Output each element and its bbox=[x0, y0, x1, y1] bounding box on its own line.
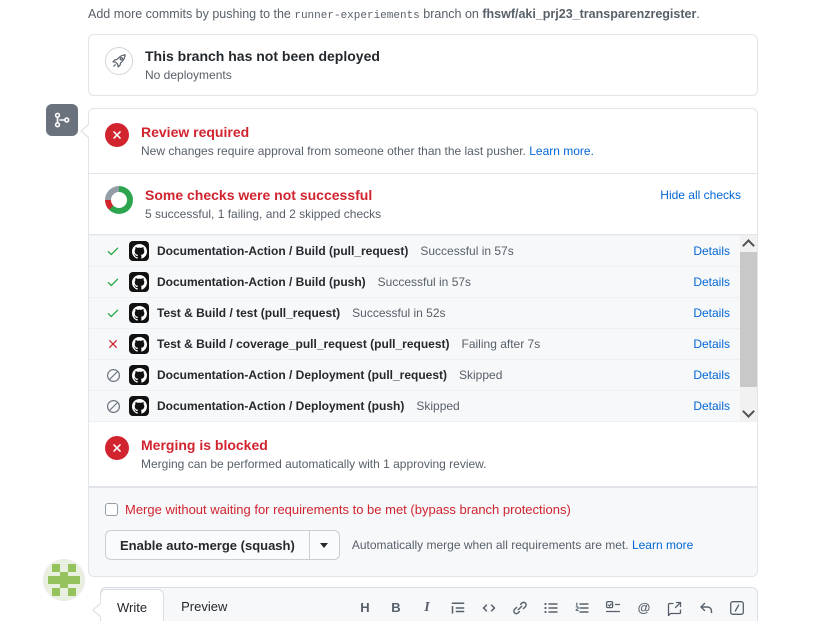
rocket-icon bbox=[105, 47, 133, 75]
unordered-list-icon[interactable] bbox=[543, 600, 559, 616]
comment-toolbar-header: Write Preview H B I bbox=[101, 588, 757, 621]
deployment-title: This branch has not been deployed bbox=[145, 47, 380, 65]
review-required-section: Review required New changes require appr… bbox=[89, 109, 757, 174]
merging-blocked-section: Merging is blocked Merging can be perfor… bbox=[89, 422, 757, 487]
check-details-link[interactable]: Details bbox=[693, 306, 730, 320]
bypass-protections-row[interactable]: Merge without waiting for requirements t… bbox=[105, 502, 741, 517]
check-name: Documentation-Action / Deployment (pull_… bbox=[157, 368, 447, 382]
check-row: Test & Build / coverage_pull_request (pu… bbox=[89, 329, 740, 360]
check-details-link[interactable]: Details bbox=[693, 368, 730, 382]
checks-summary-subtitle: 5 successful, 1 failing, and 2 skipped c… bbox=[145, 207, 381, 222]
branch-name: runner-experiements bbox=[294, 10, 419, 22]
check-status-text: Successful in 57s bbox=[420, 244, 513, 258]
hint-middle: branch on bbox=[423, 7, 479, 21]
check-skipped-icon bbox=[106, 368, 121, 383]
hint-suffix: . bbox=[696, 7, 699, 21]
tab-preview[interactable]: Preview bbox=[164, 588, 244, 621]
auto-merge-learn-more-link[interactable]: Learn more bbox=[632, 538, 693, 552]
check-row: Documentation-Action / Build (push) Succ… bbox=[89, 267, 740, 298]
check-status-text: Skipped bbox=[416, 399, 459, 413]
hint-prefix: Add more commits by pushing to the bbox=[88, 7, 291, 21]
hide-all-checks-link[interactable]: Hide all checks bbox=[660, 188, 741, 202]
deployment-card: This branch has not been deployed No dep… bbox=[88, 34, 758, 96]
github-actions-avatar bbox=[129, 303, 149, 323]
check-skipped-icon bbox=[106, 399, 121, 414]
mention-icon[interactable]: @ bbox=[636, 600, 652, 616]
checks-list: Documentation-Action / Build (pull_reque… bbox=[89, 235, 757, 422]
merge-controls-section: Merge without waiting for requirements t… bbox=[89, 487, 757, 576]
chevron-down-icon bbox=[320, 543, 328, 548]
user-avatar[interactable] bbox=[44, 560, 84, 600]
check-name: Documentation-Action / Build (push) bbox=[157, 275, 366, 289]
check-success-icon bbox=[106, 275, 120, 289]
auto-merge-note-text: Automatically merge when all requirement… bbox=[352, 538, 629, 552]
check-success-icon bbox=[106, 244, 120, 258]
check-status-text: Successful in 52s bbox=[352, 306, 445, 320]
check-details-link[interactable]: Details bbox=[693, 399, 730, 413]
add-commits-hint: Add more commits by pushing to the runne… bbox=[88, 6, 760, 24]
bold-icon[interactable]: B bbox=[388, 600, 404, 616]
markdown-toolbar: H B I bbox=[349, 600, 757, 621]
tasklist-icon[interactable] bbox=[605, 600, 621, 616]
code-icon[interactable] bbox=[481, 600, 497, 616]
git-branch-icon bbox=[46, 104, 78, 136]
link-icon[interactable] bbox=[512, 600, 528, 616]
check-row: Test & Build / test (pull_request) Succe… bbox=[89, 298, 740, 329]
italic-icon[interactable]: I bbox=[419, 600, 435, 616]
comment-box: Write Preview H B I bbox=[100, 587, 758, 621]
slash-command-icon[interactable] bbox=[729, 600, 745, 616]
merging-blocked-title: Merging is blocked bbox=[141, 436, 487, 454]
check-details-link[interactable]: Details bbox=[693, 244, 730, 258]
review-required-description: New changes require approval from someon… bbox=[141, 144, 594, 159]
cross-reference-icon[interactable] bbox=[667, 600, 683, 616]
repo-name: fhswf/aki_prj23_transparenzregister bbox=[482, 7, 696, 21]
auto-merge-dropdown-button[interactable] bbox=[310, 530, 340, 560]
check-success-icon bbox=[106, 306, 120, 320]
check-name: Test & Build / test (pull_request) bbox=[157, 306, 340, 320]
auto-merge-note: Automatically merge when all requirement… bbox=[352, 538, 694, 552]
check-name: Documentation-Action / Deployment (push) bbox=[157, 399, 404, 413]
review-learn-more-link[interactable]: Learn more. bbox=[529, 144, 594, 158]
merge-status-card: Review required New changes require appr… bbox=[88, 108, 758, 577]
scrollbar-down-arrow-icon[interactable] bbox=[740, 405, 757, 422]
check-details-link[interactable]: Details bbox=[693, 337, 730, 351]
check-failure-icon bbox=[106, 337, 120, 351]
checks-summary-section: Some checks were not successful 5 succes… bbox=[89, 174, 757, 235]
check-details-link[interactable]: Details bbox=[693, 275, 730, 289]
merging-blocked-description: Merging can be performed automatically w… bbox=[141, 457, 487, 472]
quote-icon[interactable] bbox=[450, 600, 466, 616]
reply-icon[interactable] bbox=[698, 600, 714, 616]
pull-request-merge-panel: Add more commits by pushing to the runne… bbox=[0, 0, 824, 621]
github-actions-avatar bbox=[129, 272, 149, 292]
check-name: Documentation-Action / Build (pull_reque… bbox=[157, 244, 408, 258]
github-actions-avatar bbox=[129, 241, 149, 261]
scrollbar-thumb[interactable] bbox=[740, 252, 757, 387]
github-actions-avatar bbox=[129, 396, 149, 416]
github-actions-avatar bbox=[129, 334, 149, 354]
check-row: Documentation-Action / Deployment (pull_… bbox=[89, 360, 740, 391]
bypass-protections-label: Merge without waiting for requirements t… bbox=[125, 502, 571, 517]
check-row: Documentation-Action / Deployment (push)… bbox=[89, 391, 740, 422]
heading-icon[interactable]: H bbox=[357, 600, 373, 616]
review-required-text: New changes require approval from someon… bbox=[141, 144, 526, 158]
check-status-text: Skipped bbox=[459, 368, 502, 382]
check-status-text: Failing after 7s bbox=[462, 337, 541, 351]
github-actions-avatar bbox=[129, 365, 149, 385]
review-required-x-icon bbox=[105, 123, 129, 147]
checks-summary-title: Some checks were not successful bbox=[145, 186, 381, 204]
scrollbar-up-arrow-icon[interactable] bbox=[740, 235, 757, 252]
merging-blocked-x-icon bbox=[105, 436, 129, 460]
checks-scrollbar[interactable] bbox=[740, 235, 757, 422]
deployment-subtitle: No deployments bbox=[145, 68, 380, 83]
check-name: Test & Build / coverage_pull_request (pu… bbox=[157, 337, 450, 351]
tab-write[interactable]: Write bbox=[100, 589, 164, 621]
bypass-protections-checkbox[interactable] bbox=[105, 503, 118, 516]
checks-donut-icon bbox=[105, 186, 133, 214]
ordered-list-icon[interactable] bbox=[574, 600, 590, 616]
review-required-title: Review required bbox=[141, 123, 594, 141]
check-row: Documentation-Action / Build (pull_reque… bbox=[89, 235, 740, 267]
check-status-text: Successful in 57s bbox=[378, 275, 471, 289]
enable-auto-merge-button[interactable]: Enable auto-merge (squash) bbox=[105, 530, 310, 560]
